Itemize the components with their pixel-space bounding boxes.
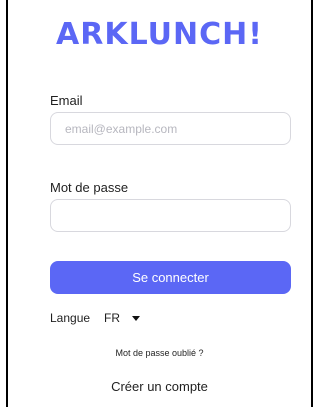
- caret-down-icon: [132, 315, 141, 321]
- password-label: Mot de passe: [50, 180, 129, 195]
- password-field[interactable]: [50, 199, 291, 232]
- create-account-link[interactable]: Créer un compte: [8, 379, 311, 394]
- app-logo: ARKLUNCH!: [56, 17, 263, 52]
- email-label: Email: [50, 93, 83, 108]
- login-button[interactable]: Se connecter: [50, 261, 291, 294]
- forgot-password-link[interactable]: Mot de passe oublié ?: [8, 348, 311, 358]
- email-field[interactable]: [50, 112, 291, 145]
- language-selected-value: FR: [104, 311, 121, 325]
- login-panel: ARKLUNCH! Email Mot de passe Se connecte…: [6, 0, 313, 407]
- language-label: Langue: [50, 311, 91, 325]
- language-select[interactable]: FR: [104, 311, 141, 325]
- language-row: Langue FR: [50, 311, 141, 325]
